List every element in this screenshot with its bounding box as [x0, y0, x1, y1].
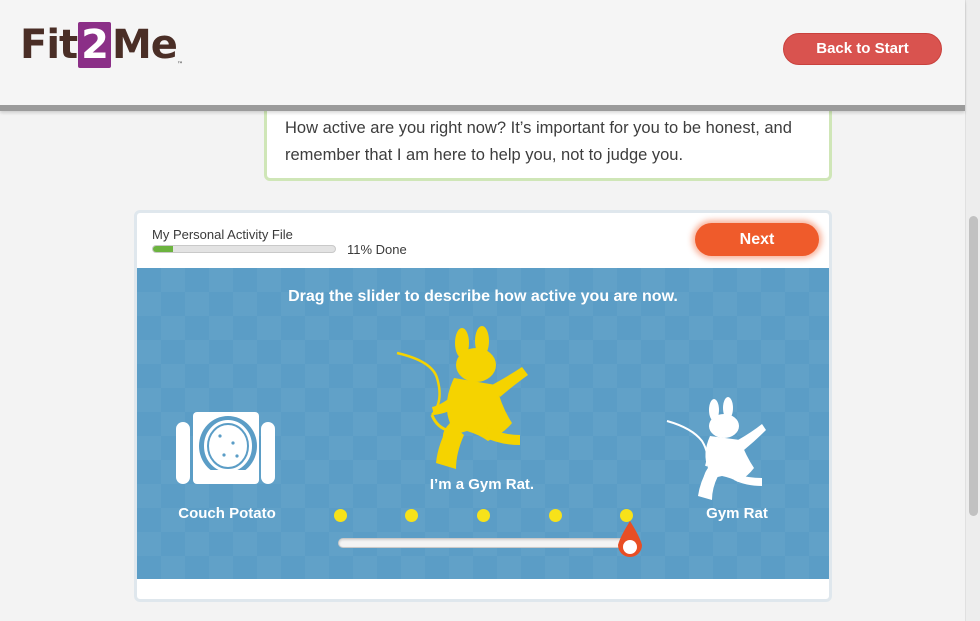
slider-step-dot-3[interactable]: [477, 509, 490, 522]
next-button[interactable]: Next: [695, 223, 819, 256]
logo-text-two: 2: [78, 22, 111, 68]
progress-label: 11% Done: [347, 242, 410, 257]
page-scrollbar[interactable]: [965, 0, 980, 621]
progress-bar-fill: [153, 246, 174, 252]
progress-done-text: 11% Done: [347, 242, 407, 257]
slider-step-dot-2[interactable]: [405, 509, 418, 522]
couch-potato-icon: [175, 408, 277, 491]
scrollbar-thumb[interactable]: [969, 216, 978, 516]
gym-rat-label: Gym Rat: [706, 505, 768, 522]
current-selection-label: I’m a Gym Rat.: [429, 476, 535, 493]
progress-bar: [152, 245, 336, 253]
logo-trademark: ™: [176, 61, 183, 68]
slider-step-dot-4[interactable]: [549, 509, 562, 522]
slider-stage: Drag the slider to describe how active y…: [137, 268, 829, 579]
slider-step-dot-1[interactable]: [334, 509, 347, 522]
gym-rat-yellow-icon: [392, 323, 562, 493]
slider-track[interactable]: [338, 538, 628, 548]
logo-text-fit: Fit: [20, 22, 78, 68]
top-header: Fit 2 Me™ Back to Start: [0, 0, 965, 111]
back-to-start-button[interactable]: Back to Start: [783, 33, 942, 65]
logo-text-me: Me: [112, 22, 178, 68]
slider-instruction: Drag the slider to describe how active y…: [288, 288, 678, 305]
couch-potato-label: Couch Potato: [178, 505, 276, 522]
gym-rat-white-icon: [662, 396, 792, 511]
activity-card: My Personal Activity File 11% Done Next …: [134, 210, 832, 602]
fit2me-logo[interactable]: Fit 2 Me™: [20, 22, 183, 68]
slider-handle-icon[interactable]: [614, 519, 646, 570]
coach-message-text: How active are you right now? It’s impor…: [285, 119, 792, 164]
activity-file-title: My Personal Activity File: [152, 227, 293, 242]
